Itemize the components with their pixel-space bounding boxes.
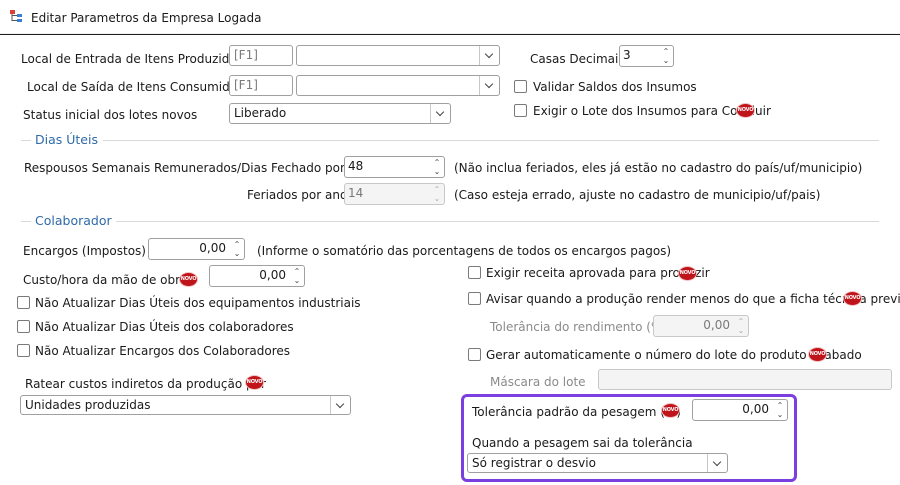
local-entrada-label: Local de Entrada de Itens Produzidos (21, 52, 243, 66)
nao-atualizar-dias-colab-checkbox[interactable] (17, 320, 30, 333)
dias-uteis-section-title: Dias Úteis (35, 132, 98, 147)
nao-atualizar-encargos-checkbox[interactable] (17, 344, 30, 357)
encargos-label: Encargos (Impostos) (23, 244, 146, 258)
section-divider (21, 221, 31, 222)
exigir-lote-label: Exigir o Lote dos Insumos para Concluir (533, 104, 771, 118)
validar-saldos-label: Validar Saldos dos Insumos (533, 80, 697, 94)
chevron-down-icon[interactable] (430, 104, 450, 123)
spin-arrows-icon[interactable]: ⌃ ⌄ (774, 401, 786, 419)
repousos-stepper[interactable]: 48 ⌃ ⌄ (344, 156, 445, 178)
gerar-lote-label: Gerar automaticamente o número do lote d… (486, 348, 862, 362)
chevron-down-icon[interactable] (707, 454, 727, 472)
novo-badge-icon: NOVO (180, 273, 197, 286)
casas-decimais-label: Casas Decimais (530, 52, 625, 66)
section-divider (103, 140, 879, 141)
tolerancia-rendimento-label: Tolerância do rendimento (%) (490, 320, 668, 334)
nao-atualizar-dias-equip-checkbox[interactable] (17, 296, 30, 309)
spin-arrows-icon[interactable]: ⌃ ⌄ (660, 47, 672, 65)
custo-hora-stepper[interactable]: 0,00 ⌃ ⌄ (209, 265, 305, 287)
mascara-lote-field[interactable] (598, 369, 892, 390)
tolerancia-pesagem-stepper[interactable]: 0,00 ⌃ ⌄ (692, 399, 788, 421)
chevron-down-icon[interactable] (330, 396, 350, 414)
tolerancia-pesagem-label: Tolerância padrão da pesagem (%) (472, 405, 682, 419)
section-divider (21, 140, 31, 141)
avisar-producao-checkbox[interactable] (468, 292, 481, 305)
tolerancia-rendimento-value: 0,00 (703, 318, 730, 332)
status-lotes-select[interactable]: Liberado (229, 103, 451, 124)
title-bar: Editar Parametros da Empresa Logada (0, 0, 900, 34)
exigir-receita-checkbox[interactable] (468, 266, 481, 279)
nao-atualizar-encargos-label: Não Atualizar Encargos dos Colaboradores (35, 344, 291, 358)
quando-pesagem-value: Só registrar o desvio (472, 456, 596, 470)
novo-badge-icon: NOVO (809, 348, 826, 361)
quando-pesagem-label: Quando a pesagem sai da tolerância (472, 436, 693, 450)
novo-badge-icon: NOVO (679, 267, 696, 280)
ratear-label: Ratear custos indiretos da produção por (25, 377, 266, 391)
spin-arrows-icon[interactable]: ⌃ ⌄ (431, 158, 443, 176)
avisar-producao-label: Avisar quando a produção render menos do… (486, 292, 900, 306)
feriados-stepper[interactable]: 14 ⌃ ⌄ (344, 183, 445, 205)
exigir-lote-checkbox[interactable] (514, 104, 527, 117)
ratear-select[interactable]: Unidades produzidas (20, 395, 351, 415)
repousos-value: 48 (348, 159, 364, 173)
novo-badge-icon: NOVO (662, 404, 679, 417)
ratear-value: Unidades produzidas (25, 398, 151, 412)
section-divider (116, 221, 879, 222)
custo-hora-value: 0,00 (259, 268, 286, 282)
encargos-stepper[interactable]: 0,00 ⌃ ⌄ (148, 238, 245, 260)
tolerancia-pesagem-value: 0,00 (742, 402, 769, 416)
nao-atualizar-dias-colab-label: Não Atualizar Dias Úteis dos colaborador… (35, 320, 294, 334)
window-title: Editar Parametros da Empresa Logada (31, 11, 262, 25)
spin-arrows-icon[interactable]: ⌃ ⌄ (431, 185, 443, 203)
local-saida-select[interactable] (296, 75, 500, 96)
feriados-hint: (Caso esteja errado, ajuste no cadastro … (454, 188, 821, 202)
casas-decimais-stepper[interactable]: 3 ⌃ ⌄ (619, 45, 674, 67)
local-entrada-code-field[interactable]: [F1] (229, 45, 293, 66)
quando-pesagem-select[interactable]: Só registrar o desvio (467, 453, 728, 473)
spin-arrows-icon[interactable]: ⌃ ⌄ (291, 267, 303, 285)
custo-hora-label: Custo/hora da mão de obra: (23, 273, 192, 287)
casas-decimais-value: 3 (623, 48, 631, 62)
gerar-lote-checkbox[interactable] (468, 348, 481, 361)
novo-badge-icon: NOVO (844, 292, 861, 305)
repousos-hint: (Não inclua feriados, eles já estão no c… (454, 161, 863, 175)
novo-badge-icon: NOVO (246, 376, 263, 389)
validar-saldos-checkbox[interactable] (514, 80, 527, 93)
repousos-label: Respousos Semanais Remunerados/Dias Fech… (24, 161, 372, 175)
spin-arrows-icon[interactable]: ⌃ ⌄ (231, 240, 243, 258)
status-lotes-label: Status inicial dos lotes novos (23, 108, 198, 122)
feriados-label: Feriados por ano (247, 188, 348, 202)
encargos-value: 0,00 (199, 241, 226, 255)
feriados-value: 14 (348, 186, 364, 200)
encargos-hint: (Informe o somatório das porcentagens de… (257, 244, 672, 258)
local-saida-code-field[interactable]: [F1] (229, 75, 293, 96)
novo-badge-icon: NOVO (737, 104, 754, 117)
chevron-down-icon[interactable] (479, 76, 499, 95)
tolerancia-rendimento-stepper[interactable]: 0,00 ⌃ ⌄ (653, 315, 749, 337)
tree-structure-icon (10, 10, 22, 22)
chevron-down-icon[interactable] (479, 46, 499, 65)
local-entrada-select[interactable] (296, 45, 500, 66)
mascara-lote-label: Máscara do lote (490, 375, 586, 389)
spin-arrows-icon[interactable]: ⌃ ⌄ (735, 317, 747, 335)
exigir-receita-label: Exigir receita aprovada para produzir (486, 266, 710, 280)
colaborador-section-title: Colaborador (35, 213, 112, 228)
status-lotes-value: Liberado (234, 106, 287, 120)
local-saida-label: Local de Saída de Itens Consumidos (27, 80, 244, 94)
nao-atualizar-dias-equip-label: Não Atualizar Dias Úteis dos equipamento… (35, 296, 361, 310)
